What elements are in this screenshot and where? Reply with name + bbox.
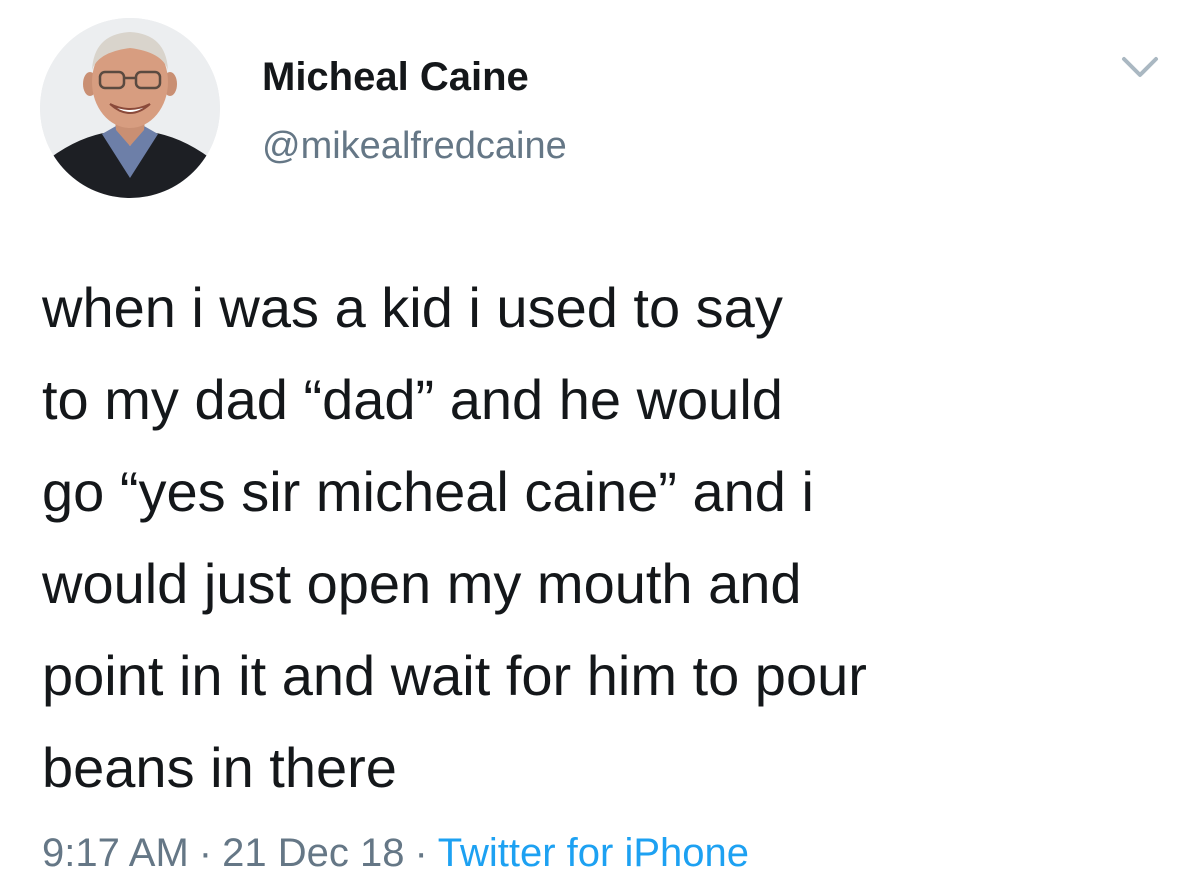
meta-separator: · xyxy=(198,831,213,875)
tweet-time[interactable]: 9:17 AM xyxy=(42,831,189,875)
tweet-text: when i was a kid i used to say to my dad… xyxy=(42,276,867,799)
author-display-name[interactable]: Micheal Caine xyxy=(262,54,529,100)
meta-separator: · xyxy=(414,831,428,875)
chevron-down-icon[interactable] xyxy=(1118,50,1162,84)
tweet-date[interactable]: 21 Dec 18 xyxy=(222,831,404,875)
tweet-meta: 9:17 AM · 21 Dec 18 · Twitter for iPhone xyxy=(42,828,749,878)
avatar-portrait-image xyxy=(40,18,220,198)
tweet-source-link[interactable]: Twitter for iPhone xyxy=(438,831,749,875)
avatar[interactable] xyxy=(40,18,220,198)
author-handle[interactable]: @mikealfredcaine xyxy=(262,124,567,168)
tweet-card: Micheal Caine @mikealfredcaine when i wa… xyxy=(0,0,1199,896)
